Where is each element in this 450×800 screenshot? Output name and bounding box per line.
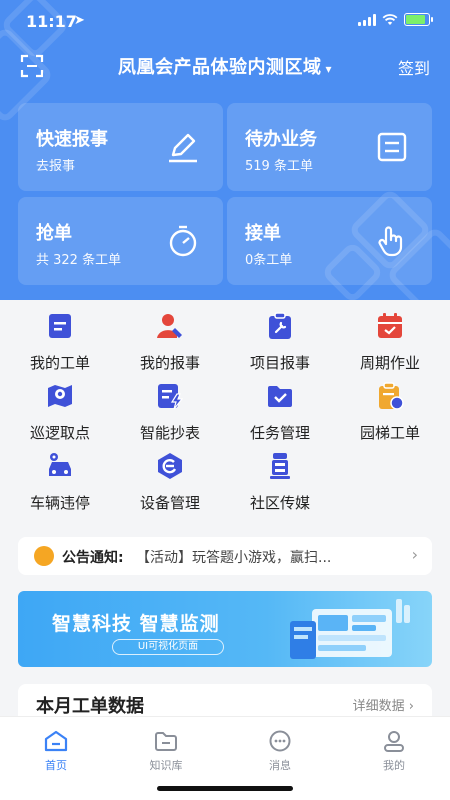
wifi-icon — [382, 13, 398, 25]
quick-card-subtitle: 519 条工单 — [245, 159, 313, 174]
notice-bar[interactable]: 公告通知: 【活动】玩答题小游戏，赢扫... › — [18, 537, 432, 575]
home-indicator — [157, 786, 293, 791]
grid-item-label: 巡逻取点 — [29, 424, 90, 442]
tab-label: 首页 — [45, 759, 67, 772]
tab-profile[interactable]: 我的 — [364, 729, 424, 779]
quick-card-title: 接单 — [245, 223, 281, 244]
car-pin-icon — [49, 453, 71, 476]
battery-icon — [404, 13, 433, 26]
notice-text: 【活动】玩答题小游戏，赢扫... — [136, 550, 332, 566]
device-hexagon-icon — [158, 453, 182, 479]
folder-check-icon — [268, 386, 292, 407]
grid-item-label: 智能抄表 — [139, 424, 200, 442]
tab-knowledge-base[interactable]: 知识库 — [136, 729, 196, 779]
grid-item-my-orders[interactable]: 我的工单 — [4, 312, 116, 376]
promo-banner[interactable]: 智慧科技 智慧监测 UI可视化页面 — [18, 591, 432, 667]
tab-label: 我的 — [383, 759, 405, 772]
grid-item-task-management[interactable]: 任务管理 — [224, 382, 336, 446]
grid-item-my-reports[interactable]: 我的报事 — [114, 312, 226, 376]
megaphone-icon — [34, 546, 54, 566]
notice-label: 公告通知: — [62, 550, 124, 566]
tab-home[interactable]: 首页 — [26, 729, 86, 779]
map-pin-icon — [48, 385, 72, 407]
dashboard-illustration-icon — [290, 599, 410, 659]
chevron-right-icon: › — [411, 545, 418, 564]
stopwatch-icon — [169, 225, 197, 257]
document-icon — [377, 132, 407, 162]
grid-item-community-media[interactable]: 社区传媒 — [224, 452, 336, 516]
status-bar: 11:17 ➤ — [0, 0, 450, 44]
status-time: 11:17 — [26, 12, 77, 31]
clipboard-wrench-icon — [269, 312, 291, 339]
project-selector[interactable]: 凤凰会产品体验内测区域 ▾ — [0, 53, 450, 79]
grid-item-elevator-orders[interactable]: 园梯工单 — [334, 382, 446, 446]
quick-card-report[interactable]: 快速报事 去报事 — [18, 103, 223, 191]
project-title: 凤凰会产品体验内测区域 — [117, 57, 322, 78]
stats-title: 本月工单数据 — [36, 696, 144, 717]
grid-item-label: 我的报事 — [139, 354, 200, 372]
quick-card-subtitle: 共 322 条工单 — [36, 253, 122, 268]
grid-item-device-management[interactable]: 设备管理 — [114, 452, 226, 516]
grid-item-periodic-work[interactable]: 周期作业 — [334, 312, 446, 376]
grid-item-label: 园梯工单 — [359, 424, 420, 442]
pencil-icon — [169, 133, 197, 163]
quick-card-title: 待办业务 — [245, 129, 317, 150]
hand-pointer-icon — [378, 226, 403, 257]
grid-item-label: 任务管理 — [249, 424, 310, 442]
quick-card-title: 快速报事 — [36, 129, 108, 150]
cellular-signal-icon — [358, 13, 376, 26]
grid-item-label: 周期作业 — [359, 354, 420, 372]
grid-item-project-reports[interactable]: 项目报事 — [224, 312, 336, 376]
folder-icon — [155, 732, 177, 751]
grid-item-patrol[interactable]: 巡逻取点 — [4, 382, 116, 446]
top-nav: 凤凰会产品体验内测区域 ▾ 签到 — [0, 48, 450, 84]
tab-label: 知识库 — [149, 759, 183, 772]
chevron-down-icon: ▾ — [325, 62, 333, 76]
quick-card-title: 抢单 — [36, 223, 72, 244]
quick-card-accept[interactable]: 接单 0条工单 — [227, 197, 432, 285]
battery-fill — [406, 15, 425, 24]
quick-card-pending[interactable]: 待办业务 519 条工单 — [227, 103, 432, 191]
grid-item-illegal-parking[interactable]: 车辆违停 — [4, 452, 116, 516]
grid-item-label: 车辆违停 — [29, 494, 90, 512]
report-user-icon — [157, 314, 182, 338]
stats-detail-label: 详细数据 — [352, 699, 405, 714]
grid-item-label: 我的工单 — [29, 354, 90, 372]
checkin-button[interactable]: 签到 — [398, 55, 430, 79]
tab-label: 消息 — [269, 759, 291, 772]
quick-card-subtitle: 去报事 — [36, 159, 76, 174]
tab-messages[interactable]: 消息 — [250, 729, 310, 779]
clipboard-coin-icon — [379, 382, 404, 410]
grid-item-label: 设备管理 — [139, 494, 200, 512]
media-tower-icon — [270, 453, 290, 479]
quick-card-grab[interactable]: 抢单 共 322 条工单 — [18, 197, 223, 285]
calendar-icon — [378, 313, 402, 338]
meter-bolt-icon — [158, 384, 184, 410]
work-order-icon — [49, 314, 71, 338]
banner-subtitle: UI可视化页面 — [112, 639, 224, 655]
stats-detail-link[interactable]: 详细数据 › — [353, 695, 414, 714]
location-arrow-icon: ➤ — [74, 13, 85, 28]
quick-card-subtitle: 0条工单 — [245, 253, 293, 268]
chat-icon — [269, 730, 291, 752]
user-icon — [384, 731, 404, 752]
home-icon — [44, 730, 68, 752]
grid-item-label: 项目报事 — [249, 354, 310, 372]
banner-title: 智慧科技 智慧监测 — [52, 613, 220, 635]
grid-item-meter-reading[interactable]: 智能抄表 — [114, 382, 226, 446]
grid-item-label: 社区传媒 — [249, 494, 310, 512]
